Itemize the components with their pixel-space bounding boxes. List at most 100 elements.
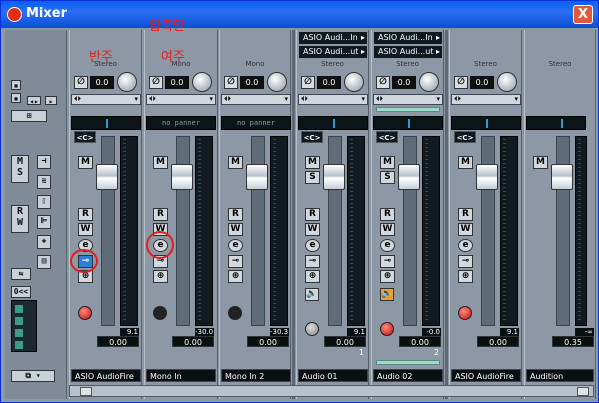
insert-dropdown[interactable]: ⏴⏵ (71, 94, 141, 105)
phase-button[interactable]: ∅ (301, 76, 315, 89)
mute-button[interactable]: M (380, 156, 395, 169)
panner-display[interactable] (298, 116, 368, 130)
gain-knob[interactable] (497, 72, 517, 92)
bypass-inserts-icon[interactable]: ⊸ (305, 255, 320, 268)
routing-icon[interactable]: ⇆ (11, 268, 31, 280)
expand-icon[interactable]: ▪ (11, 80, 21, 90)
output-routing[interactable]: ASIO Audi...ut (299, 46, 367, 58)
bypass-eq-icon[interactable]: ⊕ (228, 270, 243, 283)
channel-name[interactable]: Audition (526, 369, 594, 382)
input-routing[interactable]: ASIO Audi...In (299, 32, 367, 44)
edit-button[interactable]: e (305, 239, 320, 252)
collapse-icon[interactable]: ▪ (11, 93, 21, 103)
volume-fader-handle[interactable] (476, 164, 498, 190)
close-button[interactable]: X (573, 5, 593, 24)
pan-value[interactable]: <C> (74, 131, 96, 143)
record-enable-button[interactable] (228, 306, 242, 320)
record-enable-button[interactable] (458, 306, 472, 320)
volume-display[interactable]: 0.00 (247, 336, 289, 347)
volume-fader-handle[interactable] (246, 164, 268, 190)
pan-value[interactable]: <C> (454, 131, 476, 143)
bypass-inserts-icon[interactable]: ⊸ (380, 255, 395, 268)
monitor-speaker-icon[interactable]: 🔈 (305, 288, 319, 301)
panner-display[interactable] (373, 116, 443, 130)
input-routing[interactable]: ASIO Audi...In (374, 32, 442, 44)
read-button[interactable]: R (305, 208, 320, 221)
record-enable-button[interactable] (380, 322, 394, 336)
record-enable-button[interactable] (153, 306, 167, 320)
scroll-left-arrow[interactable] (80, 387, 92, 396)
write-button[interactable]: W (305, 223, 320, 236)
edit-button[interactable]: e (380, 239, 395, 252)
read-button[interactable]: R (458, 208, 473, 221)
show-vsti-icon[interactable]: ⊫ (37, 215, 51, 229)
volume-fader-handle[interactable] (171, 164, 193, 190)
bypass-eq-icon[interactable]: ⊕ (380, 270, 395, 283)
phase-button[interactable]: ∅ (376, 76, 390, 89)
gain-knob[interactable] (267, 72, 287, 92)
panner-display[interactable] (71, 116, 141, 130)
volume-display[interactable]: 0.35 (552, 336, 594, 347)
read-button[interactable]: R (228, 208, 243, 221)
channel-name[interactable]: Audio 01 (298, 369, 368, 382)
edit-button[interactable]: e (458, 239, 473, 252)
show-busses-icon[interactable]: ◈ (37, 235, 51, 249)
volume-fader-handle[interactable] (398, 164, 420, 190)
read-button[interactable]: R (78, 208, 93, 221)
insert-dropdown[interactable]: ⏴⏵ (146, 94, 216, 105)
input-gain-display[interactable]: 0.0 (317, 76, 341, 89)
show-fx-icon[interactable]: ▯ (37, 195, 51, 209)
insert-dropdown[interactable]: ⏴⏵ (373, 94, 443, 105)
solo-button[interactable]: S (380, 171, 395, 184)
mute-button[interactable]: M (458, 156, 473, 169)
mute-button[interactable]: M (78, 156, 93, 169)
input-gain-display[interactable]: 0.0 (240, 76, 264, 89)
show-groups-icon[interactable]: ≋ (37, 175, 51, 189)
channel-name[interactable]: Audio 02 (373, 369, 443, 382)
channel-name[interactable]: Mono In (146, 369, 216, 382)
record-enable-button[interactable] (78, 306, 92, 320)
read-button[interactable]: R (153, 208, 168, 221)
phase-button[interactable]: ∅ (224, 76, 238, 89)
mute-all-button[interactable]: MS (11, 155, 29, 183)
input-gain-display[interactable]: 0.0 (470, 76, 494, 89)
mute-button[interactable]: M (305, 156, 320, 169)
volume-display[interactable]: 0.00 (477, 336, 519, 347)
phase-button[interactable]: ∅ (74, 76, 88, 89)
pan-value[interactable]: <C> (376, 131, 398, 143)
input-gain-display[interactable]: 0.0 (392, 76, 416, 89)
volume-display[interactable]: 0.00 (172, 336, 214, 347)
panner-display[interactable] (451, 116, 521, 130)
bypass-inserts-icon[interactable]: ⊸ (458, 255, 473, 268)
phase-button[interactable]: ∅ (149, 76, 163, 89)
gain-knob[interactable] (419, 72, 439, 92)
channel-name[interactable]: ASIO AudioFire (71, 369, 141, 382)
mute-button[interactable]: M (533, 156, 548, 169)
bypass-eq-icon[interactable]: ⊕ (305, 270, 320, 283)
gain-knob[interactable] (117, 72, 137, 92)
read-write-all-button[interactable]: RW (11, 205, 29, 233)
output-routing[interactable]: ASIO Audi...ut (374, 46, 442, 58)
monitor-speaker-icon[interactable]: 🔈 (380, 288, 394, 301)
phase-button[interactable]: ∅ (454, 76, 468, 89)
record-enable-button[interactable] (305, 322, 319, 336)
bypass-eq-icon[interactable]: ⊕ (458, 270, 473, 283)
show-audio-icon[interactable]: ⊣ (37, 155, 51, 169)
write-button[interactable]: W (228, 223, 243, 236)
pan-value[interactable]: <C> (301, 131, 323, 143)
volume-display[interactable]: 0.00 (324, 336, 366, 347)
write-button[interactable]: W (380, 223, 395, 236)
gain-knob[interactable] (192, 72, 212, 92)
volume-fader-handle[interactable] (323, 164, 345, 190)
io-view-button[interactable]: ⊞ (11, 110, 47, 122)
write-button[interactable]: W (458, 223, 473, 236)
mixer-options-button[interactable]: ⧉ ▾ (11, 370, 55, 382)
volume-fader-handle[interactable] (96, 164, 118, 190)
read-button[interactable]: R (380, 208, 395, 221)
channel-name[interactable]: ASIO AudioFire (451, 369, 521, 382)
horizontal-scrollbar[interactable] (69, 385, 594, 397)
arrows-button[interactable]: ◂▸ (27, 96, 41, 106)
show-routing-button[interactable]: ▸ (45, 96, 57, 106)
insert-dropdown[interactable]: ⏴⏵ (221, 94, 291, 105)
reset-button[interactable]: 0<< (11, 286, 31, 298)
